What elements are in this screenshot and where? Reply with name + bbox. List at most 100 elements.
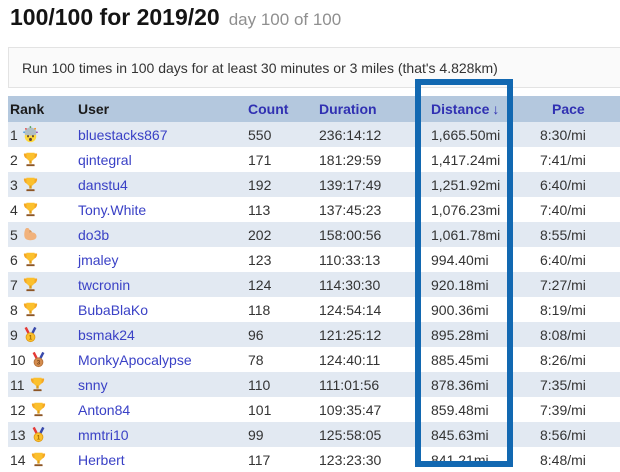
duration-cell: 236:14:12 [313,122,415,147]
leaderboard-table: Rank User Count Duration Distance ↓ Pace… [8,96,620,472]
rank-cell: 10 3 [8,347,76,372]
distance-cell: 859.48mi [415,397,513,422]
count-cell: 171 [245,147,313,172]
pace-cell: 6:40/mi [513,172,620,197]
challenge-description-panel: Run 100 times in 100 days for at least 3… [8,47,620,88]
username-link[interactable]: BubaBlaKo [78,302,148,318]
username-link[interactable]: Tony.White [78,202,146,218]
table-row: 3 danstu4 192 139:17:49 1,251.92mi 6:40/… [8,172,620,197]
trophy-icon [29,376,46,393]
table-row: 14 Herbert 117 123:23:30 841.21mi 8:48/m… [8,447,620,472]
count-cell: 78 [245,347,313,372]
column-header-distance[interactable]: Distance ↓ [415,96,513,122]
rank-number: 4 [10,202,18,218]
distance-cell: 900.36mi [415,297,513,322]
duration-cell: 111:01:56 [313,372,415,397]
table-body: 1 bluestacks867 550 236:14:12 1,665.50mi… [8,122,620,472]
svg-text:1: 1 [36,434,40,441]
username-link[interactable]: do3b [78,227,109,243]
table-row: 2 qintegral 171 181:29:59 1,417.24mi 7:4… [8,147,620,172]
duration-cell: 114:30:30 [313,272,415,297]
rank-cell: 13 1 [8,422,76,447]
username-link[interactable]: danstu4 [78,177,128,193]
rank-number: 8 [10,302,18,318]
pace-cell: 7:35/mi [513,372,620,397]
column-header-duration[interactable]: Duration [313,96,415,122]
rank-cell: 6 [8,247,76,272]
pace-cell: 8:56/mi [513,422,620,447]
user-cell: Herbert [76,447,245,472]
user-cell: bsmak24 [76,322,245,347]
rank-number: 5 [10,227,18,243]
trophy-icon [22,176,39,193]
column-header-count[interactable]: Count [245,96,313,122]
pace-cell: 7:27/mi [513,272,620,297]
duration-cell: 124:54:14 [313,297,415,322]
sort-descending-arrow-icon: ↓ [492,101,499,117]
user-cell: snny [76,372,245,397]
username-link[interactable]: qintegral [78,152,132,168]
duration-cell: 109:35:47 [313,397,415,422]
pace-cell: 8:08/mi [513,322,620,347]
table-row: 4 Tony.White 113 137:45:23 1,076.23mi 7:… [8,197,620,222]
duration-cell: 124:40:11 [313,347,415,372]
count-cell: 124 [245,272,313,297]
count-cell: 110 [245,372,313,397]
table-row: 11 snny 110 111:01:56 878.36mi 7:35/mi [8,372,620,397]
rank-cell: 12 [8,397,76,422]
username-link[interactable]: Herbert [78,452,125,468]
rank-number: 10 [10,352,26,368]
count-cell: 192 [245,172,313,197]
rank-number: 1 [10,127,18,143]
column-header-pace[interactable]: Pace [513,96,620,122]
rank-cell: 11 [8,372,76,397]
table-row: 10 3 MonkyApocalypse 78 124:40:11 885.45… [8,347,620,372]
rank-cell: 14 [8,447,76,472]
distance-cell: 920.18mi [415,272,513,297]
table-row: 8 BubaBlaKo 118 124:54:14 900.36mi 8:19/… [8,297,620,322]
column-header-distance-label: Distance [431,101,489,117]
username-link[interactable]: twcronin [78,277,130,293]
count-cell: 117 [245,447,313,472]
duration-cell: 139:17:49 [313,172,415,197]
user-cell: MonkyApocalypse [76,347,245,372]
trophy-icon [22,151,39,168]
rank-number: 13 [10,427,26,443]
table-header-row: Rank User Count Duration Distance ↓ Pace [8,96,620,122]
rank-cell: 3 [8,172,76,197]
table-row: 13 1 mmtri10 99 125:58:05 845.63mi 8:56/… [8,422,620,447]
distance-cell: 895.28mi [415,322,513,347]
username-link[interactable]: snny [78,377,108,393]
rank-cell: 8 [8,297,76,322]
trophy-icon [30,401,47,418]
rank-cell: 5 [8,222,76,247]
duration-cell: 137:45:23 [313,197,415,222]
username-link[interactable]: MonkyApocalypse [78,352,192,368]
table-row: 1 bluestacks867 550 236:14:12 1,665.50mi… [8,122,620,147]
table-row: 7 twcronin 124 114:30:30 920.18mi 7:27/m… [8,272,620,297]
distance-cell: 841.21mi [415,447,513,472]
duration-cell: 125:58:05 [313,422,415,447]
username-link[interactable]: bsmak24 [78,327,135,343]
table-row: 6 jmaley 123 110:33:13 994.40mi 6:40/mi [8,247,620,272]
distance-cell: 1,417.24mi [415,147,513,172]
count-cell: 123 [245,247,313,272]
pace-cell: 8:19/mi [513,297,620,322]
rank-cell: 7 [8,272,76,297]
username-link[interactable]: Anton84 [78,402,130,418]
username-link[interactable]: bluestacks867 [78,127,168,143]
distance-cell: 878.36mi [415,372,513,397]
svg-text:3: 3 [36,359,40,366]
rank-cell: 9 1 [8,322,76,347]
duration-cell: 121:25:12 [313,322,415,347]
user-cell: danstu4 [76,172,245,197]
trophy-icon [22,251,39,268]
page-title: 100/100 for 2019/20day 100 of 100 [10,4,341,31]
svg-text:1: 1 [29,334,33,341]
rank-cell: 2 [8,147,76,172]
duration-cell: 123:23:30 [313,447,415,472]
username-link[interactable]: mmtri10 [78,427,129,443]
username-link[interactable]: jmaley [78,252,118,268]
pace-cell: 7:41/mi [513,147,620,172]
count-cell: 99 [245,422,313,447]
